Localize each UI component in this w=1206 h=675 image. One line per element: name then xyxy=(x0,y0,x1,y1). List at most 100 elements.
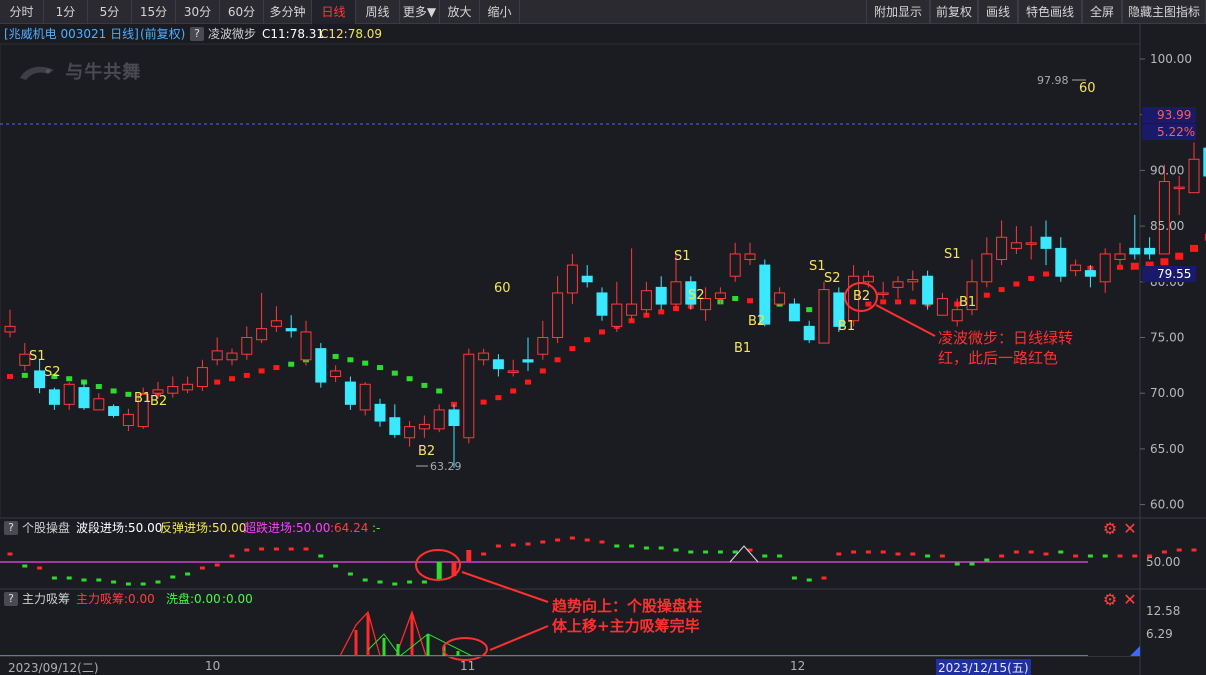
candle-down xyxy=(374,403,386,422)
panel1-tail: :- xyxy=(372,521,381,535)
panel1-bar xyxy=(688,550,694,554)
panel1-bar xyxy=(851,550,857,554)
panel2-absorb-spike xyxy=(339,610,381,657)
trend-dot xyxy=(229,376,235,382)
trend-dot xyxy=(362,360,369,366)
panel1-bar xyxy=(791,576,797,580)
panel1-bar xyxy=(1043,552,1049,556)
panel1-close-icon[interactable]: ✕ xyxy=(1121,520,1139,538)
candlesticks[interactable] xyxy=(4,81,1206,468)
panel1-bar xyxy=(436,562,442,580)
chart-canvas[interactable]: S1S2B1B2S1S2B2B1S1S2B2B1S1B1B2606097.986… xyxy=(0,0,1206,675)
signal-label: B2 xyxy=(853,289,870,304)
signal-label: B1 xyxy=(734,341,751,356)
candle-down xyxy=(788,303,800,322)
candle-up xyxy=(122,413,134,427)
trend-dot xyxy=(1013,281,1020,287)
panel1-header: ? 个股操盘 波段进场:50.00 反弹进场:50.00 超跌进场:50.00 … xyxy=(0,519,1140,537)
panel1-bar xyxy=(140,582,146,586)
candle-up xyxy=(1158,181,1170,255)
candle-up xyxy=(537,337,549,355)
annotation-text-main-1: 凌波微步：日线绿转 xyxy=(938,329,1073,347)
candle-up xyxy=(433,409,445,430)
trend-dot xyxy=(1043,271,1049,277)
trend-dot xyxy=(125,391,132,397)
panel1-bar xyxy=(481,552,487,556)
min-price-label: 63.29 xyxy=(430,460,462,473)
panel1-bar xyxy=(525,542,531,546)
panel1-bar xyxy=(717,550,723,554)
resize-corner-icon[interactable] xyxy=(1130,646,1140,656)
panel1-bar xyxy=(288,547,294,551)
annotation-text-panel-2: 体上移+主力吸筹完毕 xyxy=(552,617,700,635)
panel1-bar xyxy=(836,552,842,556)
trend-dot xyxy=(1190,244,1198,252)
candle-up xyxy=(256,328,268,341)
panel1-bar xyxy=(244,548,250,552)
trend-dot xyxy=(554,357,561,363)
signal-label: S1 xyxy=(29,349,46,364)
candle-down xyxy=(1040,236,1052,249)
candle-down xyxy=(492,359,504,370)
trend-dot xyxy=(214,379,221,385)
panel1-bar xyxy=(984,558,990,562)
candle-down xyxy=(922,275,934,305)
trend-dot xyxy=(569,346,576,352)
signal-label: S1 xyxy=(944,247,961,262)
current-price-label: 93.99 xyxy=(1157,108,1191,122)
panel2-help-button[interactable]: ? xyxy=(4,592,18,606)
trend-dot xyxy=(880,299,887,305)
panel2-name[interactable]: 主力吸筹 xyxy=(22,590,70,608)
panel1-bar xyxy=(658,546,664,550)
panel1-bar xyxy=(821,576,827,580)
candle-down xyxy=(315,348,327,383)
panel1-bar xyxy=(155,580,161,584)
panel1-bar xyxy=(125,582,131,586)
panel1-name[interactable]: 个股操盘 xyxy=(22,519,70,537)
panel1-bar xyxy=(7,552,13,556)
trend-dot xyxy=(436,388,443,394)
max-count-label: 60 xyxy=(1079,81,1096,96)
panel1-bar xyxy=(466,550,472,562)
panel1-bar xyxy=(1028,550,1034,554)
panel2-close-icon[interactable]: ✕ xyxy=(1121,591,1139,609)
candle-up xyxy=(640,290,652,311)
panel1-gear-icon[interactable]: ⚙ xyxy=(1101,520,1119,538)
panel1-bar xyxy=(185,572,191,576)
panel1-bar xyxy=(421,580,427,584)
trend-dot xyxy=(983,292,990,298)
candle-up xyxy=(404,426,416,439)
trend-dot xyxy=(95,384,102,390)
max-price-label: 97.98 xyxy=(1037,74,1069,87)
candle-up xyxy=(478,352,490,361)
panel1-bar xyxy=(1117,554,1123,558)
panel1-bar xyxy=(66,576,72,580)
trend-dot xyxy=(806,307,813,313)
panel2-gear-icon[interactable]: ⚙ xyxy=(1101,591,1119,609)
candle-up xyxy=(463,353,475,439)
panel1-bar xyxy=(362,578,368,582)
panel2-axis-high: 12.58 xyxy=(1146,604,1180,618)
candle-up xyxy=(611,303,623,327)
candle-up xyxy=(196,367,208,388)
price-tick-label: 100.00 xyxy=(1150,52,1192,66)
trend-dot xyxy=(406,376,413,382)
trend-dot xyxy=(243,372,250,378)
candle-up xyxy=(152,389,164,394)
panel1-help-button[interactable]: ? xyxy=(4,521,18,535)
candle-up xyxy=(744,253,756,261)
signal-label: S1 xyxy=(674,249,691,264)
trend-dot xyxy=(584,337,591,343)
candle-up xyxy=(936,298,948,316)
price-tick-label: 75.00 xyxy=(1150,331,1184,345)
candle-up xyxy=(211,350,223,361)
candle-down xyxy=(285,328,297,332)
candle-up xyxy=(1025,242,1037,245)
date-label-cursor[interactable]: 2023/12/15(五) xyxy=(936,659,1031,675)
candle-up xyxy=(1188,158,1200,194)
panel1-bar xyxy=(318,554,324,558)
annotation-text-main-2: 红，此后一路红色 xyxy=(938,349,1058,367)
panel2-zero: :0.00 xyxy=(222,592,253,606)
annotation-arrow-panel2 xyxy=(489,625,549,651)
candle-up xyxy=(4,325,16,333)
